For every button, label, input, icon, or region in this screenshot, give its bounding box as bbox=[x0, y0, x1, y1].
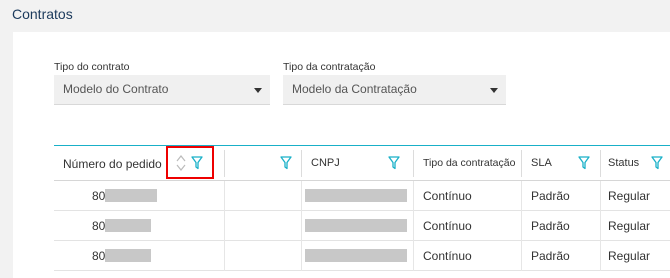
chevron-down-icon bbox=[490, 88, 498, 93]
filter-icon[interactable] bbox=[578, 156, 590, 170]
cell-status: Regular bbox=[608, 219, 651, 233]
cell-tipo: Contínuo bbox=[423, 189, 472, 203]
table-row[interactable]: 80 Contínuo Padrão Regular bbox=[54, 241, 670, 271]
contract-type-select[interactable]: Modelo do Contrato bbox=[54, 75, 270, 105]
cell-tipo: Contínuo bbox=[423, 219, 472, 233]
column-header-tipo[interactable]: Tipo da contratação bbox=[414, 146, 521, 181]
filter-icon[interactable] bbox=[388, 156, 400, 170]
redacted-cnpj bbox=[305, 219, 407, 232]
hire-type-select[interactable]: Modelo da Contratação bbox=[283, 75, 506, 105]
table-header: Número do pedido CNPJ Tipo da contrataçã… bbox=[54, 145, 670, 181]
column-header-sla[interactable]: SLA bbox=[522, 146, 600, 181]
highlight-box bbox=[166, 146, 214, 179]
chevron-down-icon bbox=[254, 88, 262, 93]
cell-sla: Padrão bbox=[531, 249, 570, 263]
cell-status: Regular bbox=[608, 249, 651, 263]
column-header-status[interactable]: Status bbox=[601, 146, 670, 181]
column-label-status: Status bbox=[608, 157, 640, 169]
cell-pedido: 80 bbox=[92, 249, 106, 263]
column-label-sla: SLA bbox=[531, 157, 552, 169]
redacted-cnpj bbox=[305, 249, 407, 262]
contract-type-label: Tipo do contrato bbox=[54, 61, 130, 73]
cell-status: Regular bbox=[608, 189, 651, 203]
redacted-value bbox=[105, 219, 151, 232]
column-header-cnpj[interactable]: CNPJ bbox=[302, 146, 413, 181]
cell-pedido: 80 bbox=[92, 189, 106, 203]
content-card: Tipo do contrato Modelo do Contrato Tipo… bbox=[13, 32, 670, 278]
page-title: Contratos bbox=[12, 6, 73, 22]
filter-icon[interactable] bbox=[651, 156, 663, 170]
cell-sla: Padrão bbox=[531, 219, 570, 233]
redacted-value bbox=[105, 249, 151, 262]
hire-type-value: Modelo da Contratação bbox=[292, 82, 417, 96]
cell-pedido: 80 bbox=[92, 219, 106, 233]
cell-sla: Padrão bbox=[531, 189, 570, 203]
column-label-tipo: Tipo da contratação bbox=[423, 157, 516, 169]
cell-tipo: Contínuo bbox=[423, 249, 472, 263]
column-label-cnpj: CNPJ bbox=[311, 157, 340, 169]
table-row[interactable]: 80 Contínuo Padrão Regular bbox=[54, 181, 670, 211]
column-label-pedido: Número do pedido bbox=[63, 157, 162, 171]
filter-icon[interactable] bbox=[280, 156, 292, 170]
redacted-value bbox=[105, 189, 157, 202]
table-row[interactable]: 80 Contínuo Padrão Regular bbox=[54, 211, 670, 241]
contract-type-value: Modelo do Contrato bbox=[63, 82, 169, 96]
column-header-blank[interactable] bbox=[225, 146, 301, 181]
hire-type-label: Tipo da contratação bbox=[283, 61, 376, 73]
redacted-cnpj bbox=[305, 189, 407, 202]
